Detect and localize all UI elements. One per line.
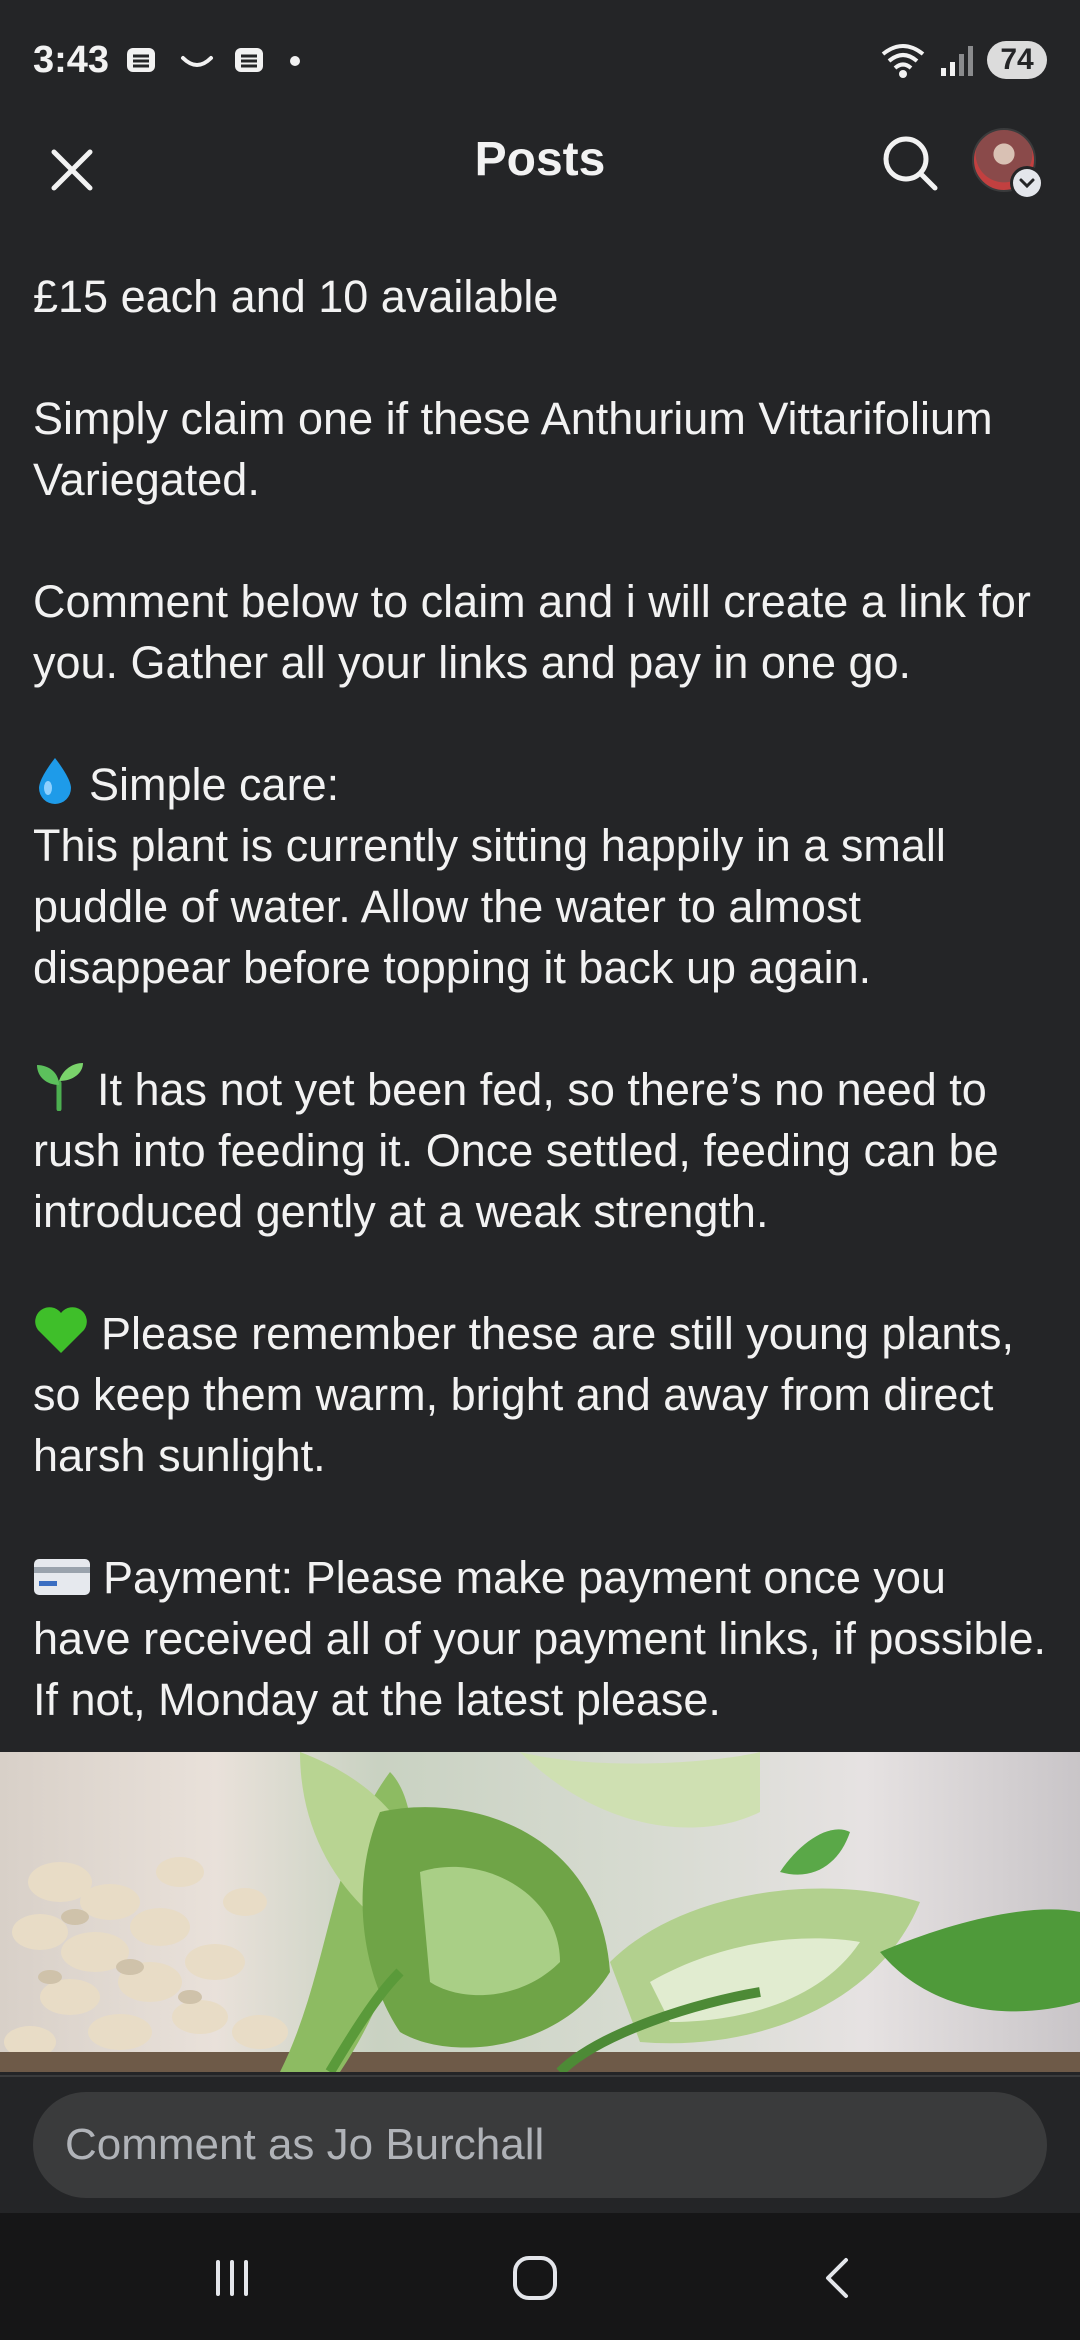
seedling-icon bbox=[37, 1063, 83, 1111]
credit-card-icon bbox=[34, 1559, 90, 1595]
stack-icon bbox=[235, 48, 264, 72]
post-paragraph: £15 each and 10 available bbox=[33, 271, 559, 322]
post-paragraph-feeding: It has not yet been fed, so there’s no n… bbox=[33, 1059, 1053, 1242]
home-icon bbox=[513, 2256, 557, 2300]
post-paragraph-payment: Payment: Please make payment once you ha… bbox=[33, 1547, 1053, 1730]
recent-apps-icon bbox=[216, 2260, 248, 2296]
care-heading: Simple care: bbox=[89, 759, 340, 810]
droplet-icon bbox=[39, 758, 71, 804]
feeding-text: It has not yet been fed, so there’s no n… bbox=[33, 1064, 999, 1237]
plant-photo-graphic bbox=[0, 1752, 1080, 2072]
green-heart-icon bbox=[35, 1307, 87, 1353]
search-button[interactable] bbox=[875, 128, 945, 198]
post-paragraph-care: Simple care: This plant is currently sit… bbox=[33, 754, 1053, 998]
search-icon bbox=[883, 136, 938, 191]
stack-icon bbox=[127, 48, 156, 72]
back-icon bbox=[826, 2258, 848, 2298]
back-button[interactable] bbox=[803, 2243, 873, 2313]
smile-icon bbox=[181, 56, 214, 67]
chevron-down-icon bbox=[1019, 178, 1035, 189]
post-body: £15 each and 10 available Simply claim o… bbox=[33, 266, 1053, 1730]
app-bar: Posts bbox=[0, 120, 1080, 210]
home-button[interactable] bbox=[500, 2243, 570, 2313]
post-photo[interactable] bbox=[0, 1752, 1080, 2072]
profile-button[interactable] bbox=[972, 128, 1044, 200]
system-nav-bar bbox=[0, 2213, 1080, 2340]
care-body: This plant is currently sitting happily … bbox=[33, 820, 946, 993]
status-bar: 3:43 74 bbox=[0, 0, 1080, 120]
wifi-icon bbox=[881, 44, 925, 78]
post-paragraph: Comment below to claim and i will create… bbox=[33, 576, 1031, 688]
status-time: 3:43 bbox=[33, 38, 110, 81]
post-paragraph-care-tips: Please remember these are still young pl… bbox=[33, 1303, 1053, 1486]
recent-apps-button[interactable] bbox=[197, 2243, 267, 2313]
comment-input[interactable]: Comment as Jo Burchall bbox=[33, 2092, 1047, 2198]
payment-text: Payment: Please make payment once you ha… bbox=[33, 1552, 1047, 1725]
avatar-badge bbox=[1010, 166, 1044, 200]
post-paragraph: Simply claim one if these Anthurium Vitt… bbox=[33, 393, 993, 505]
dot-icon bbox=[290, 56, 301, 66]
signal-icon bbox=[941, 46, 973, 76]
battery-icon: 74 bbox=[987, 41, 1047, 79]
care-tips-text: Please remember these are still young pl… bbox=[33, 1308, 1014, 1481]
comment-bar: Comment as Jo Burchall bbox=[0, 2075, 1080, 2213]
